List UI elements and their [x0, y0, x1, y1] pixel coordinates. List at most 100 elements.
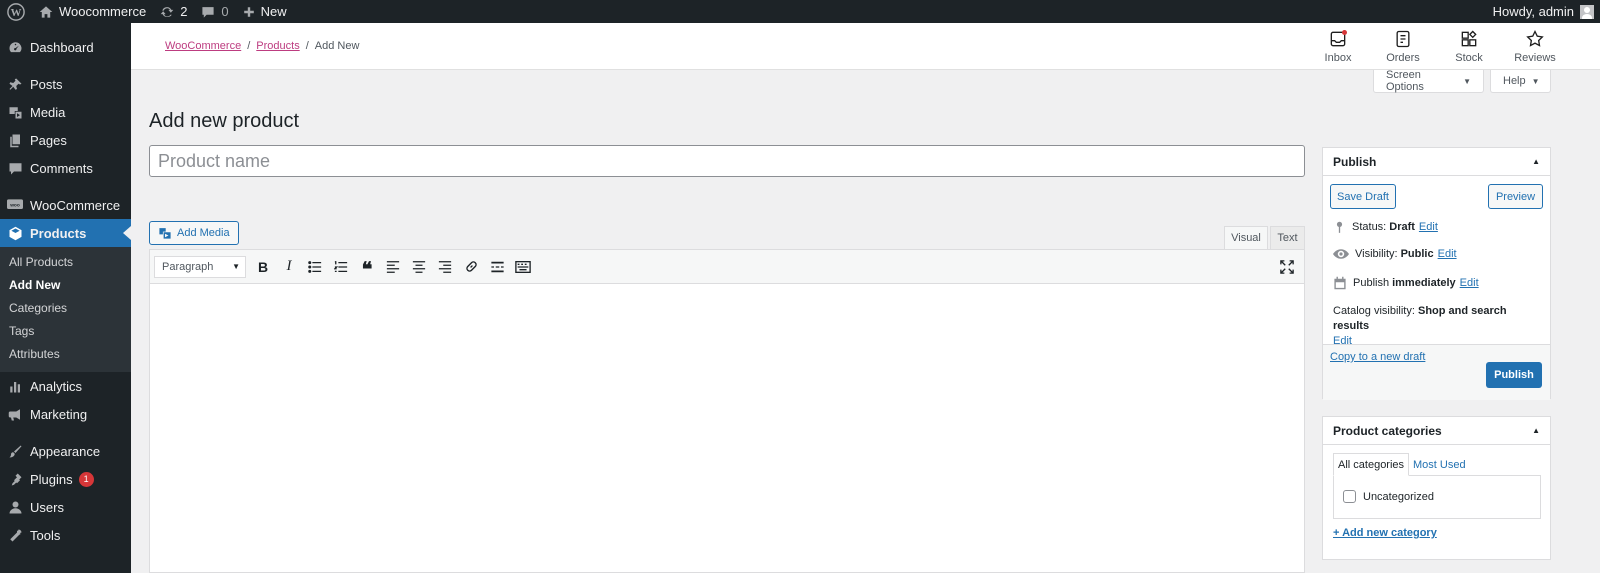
content-editor: Paragraph ▼ B I ❝	[149, 249, 1305, 573]
category-item[interactable]: Uncategorized	[1343, 490, 1434, 503]
star-icon	[1526, 29, 1544, 47]
bullet-list-button[interactable]	[302, 254, 328, 280]
inbox-button[interactable]: Inbox	[1308, 29, 1368, 64]
submenu-attributes[interactable]: Attributes	[0, 343, 131, 366]
tab-most-used[interactable]: Most Used	[1409, 453, 1470, 476]
woocommerce-icon: woo	[7, 197, 23, 213]
menu-media[interactable]: Media	[0, 98, 131, 126]
add-media-button[interactable]: Add Media	[149, 221, 239, 245]
breadcrumb: WooCommerce / Products / Add New	[165, 40, 360, 52]
publish-box: Publish ▲ Save Draft Preview Status: Draf…	[1322, 147, 1551, 400]
tab-text[interactable]: Text	[1270, 226, 1305, 249]
numbered-list-icon	[334, 260, 348, 272]
edit-publish-date-link[interactable]: Edit	[1460, 277, 1479, 289]
products-submenu: All Products Add New Categories Tags Att…	[0, 247, 131, 372]
menu-label: Products	[30, 225, 87, 241]
insert-link-button[interactable]	[458, 254, 484, 280]
save-draft-button[interactable]: Save Draft	[1330, 184, 1396, 209]
editor-content-area[interactable]	[150, 284, 1304, 572]
site-name: Woocommerce	[59, 4, 147, 19]
quote-icon: ❝	[361, 258, 373, 281]
products-icon	[7, 225, 23, 241]
menu-dashboard[interactable]: Dashboard	[0, 33, 131, 61]
category-checkbox[interactable]	[1343, 490, 1356, 503]
numbered-list-button[interactable]	[328, 254, 354, 280]
submenu-add-new[interactable]: Add New	[0, 274, 131, 297]
publish-label: Publish	[1353, 277, 1390, 289]
submenu-all-products[interactable]: All Products	[0, 251, 131, 274]
stock-label: Stock	[1455, 52, 1483, 64]
toolbar-toggle-button[interactable]	[510, 254, 536, 280]
product-name-input[interactable]	[149, 145, 1305, 177]
menu-products[interactable]: Products	[0, 219, 131, 247]
edit-visibility-link[interactable]: Edit	[1438, 248, 1457, 260]
account-menu[interactable]: Howdy, admin	[1480, 0, 1600, 23]
keyboard-icon	[515, 260, 531, 273]
menu-marketing[interactable]: Marketing	[0, 400, 131, 428]
menu-label: Media	[30, 104, 66, 120]
calendar-icon	[1334, 276, 1346, 290]
read-more-button[interactable]	[484, 254, 510, 280]
comments-link[interactable]: 0	[194, 0, 235, 23]
screen-options-button[interactable]: Screen Options ▼	[1373, 69, 1484, 93]
align-right-button[interactable]	[432, 254, 458, 280]
menu-label: Tools	[30, 527, 61, 543]
collapse-arrow-icon[interactable]: ▲	[1532, 426, 1540, 435]
tab-all-categories[interactable]: All categories	[1333, 453, 1410, 476]
publish-box-header[interactable]: Publish ▲	[1323, 148, 1550, 176]
preview-button[interactable]: Preview	[1488, 184, 1543, 209]
italic-icon: I	[286, 258, 292, 274]
breadcrumb-products[interactable]: Products	[256, 40, 299, 52]
menu-plugins[interactable]: Plugins 1	[0, 465, 131, 493]
category-list: Uncategorized	[1333, 475, 1541, 519]
align-left-icon	[386, 260, 400, 273]
menu-posts[interactable]: Posts	[0, 70, 131, 98]
new-content-link[interactable]: New	[236, 0, 294, 23]
menu-woocommerce[interactable]: woo WooCommerce	[0, 191, 131, 219]
eye-icon	[1333, 249, 1349, 259]
menu-comments[interactable]: Comments	[0, 154, 131, 182]
edit-status-link[interactable]: Edit	[1419, 221, 1438, 233]
updates-link[interactable]: 2	[153, 0, 194, 23]
screen-options-label: Screen Options	[1386, 69, 1424, 93]
catalog-visibility-label: Catalog visibility:	[1333, 305, 1415, 317]
stock-icon	[1461, 30, 1477, 47]
menu-analytics[interactable]: Analytics	[0, 372, 131, 400]
format-select[interactable]: Paragraph ▼	[154, 255, 246, 278]
comment-icon	[202, 6, 215, 18]
caret-down-icon: ▼	[232, 262, 240, 271]
site-name-link[interactable]: Woocommerce	[32, 0, 153, 23]
menu-users[interactable]: Users	[0, 493, 131, 521]
publish-button[interactable]: Publish	[1486, 362, 1542, 388]
submenu-tags[interactable]: Tags	[0, 320, 131, 343]
editor-toolbar: Paragraph ▼ B I ❝	[150, 250, 1304, 284]
pin-icon	[7, 76, 23, 92]
menu-appearance[interactable]: Appearance	[0, 437, 131, 465]
submenu-categories[interactable]: Categories	[0, 297, 131, 320]
collapse-arrow-icon[interactable]: ▲	[1532, 157, 1540, 166]
howdy-text: Howdy, admin	[1492, 4, 1574, 19]
tab-visual[interactable]: Visual	[1224, 226, 1268, 249]
align-left-button[interactable]	[380, 254, 406, 280]
publish-actions: Copy to a new draft Publish	[1323, 344, 1550, 400]
stock-button[interactable]: Stock	[1439, 29, 1499, 64]
italic-button[interactable]: I	[276, 254, 302, 280]
users-icon	[7, 499, 23, 515]
menu-tools[interactable]: Tools	[0, 521, 131, 549]
fullscreen-button[interactable]	[1274, 254, 1300, 280]
reviews-button[interactable]: Reviews	[1505, 29, 1565, 64]
add-new-category-link[interactable]: + Add new category	[1333, 527, 1437, 539]
megaphone-icon	[7, 406, 23, 422]
breadcrumb-woocommerce[interactable]: WooCommerce	[165, 40, 241, 52]
blockquote-button[interactable]: ❝	[354, 254, 380, 280]
align-center-button[interactable]	[406, 254, 432, 280]
orders-button[interactable]: Orders	[1373, 29, 1433, 64]
caret-down-icon: ▼	[1531, 76, 1540, 86]
wordpress-logo-icon[interactable]: W	[0, 0, 32, 23]
categories-box-header[interactable]: Product categories ▲	[1323, 417, 1550, 445]
copy-to-draft-link[interactable]: Copy to a new draft	[1330, 351, 1425, 363]
help-button[interactable]: Help ▼	[1490, 70, 1551, 93]
bold-button[interactable]: B	[250, 254, 276, 280]
publish-value: immediately	[1392, 277, 1456, 289]
menu-pages[interactable]: Pages	[0, 126, 131, 154]
